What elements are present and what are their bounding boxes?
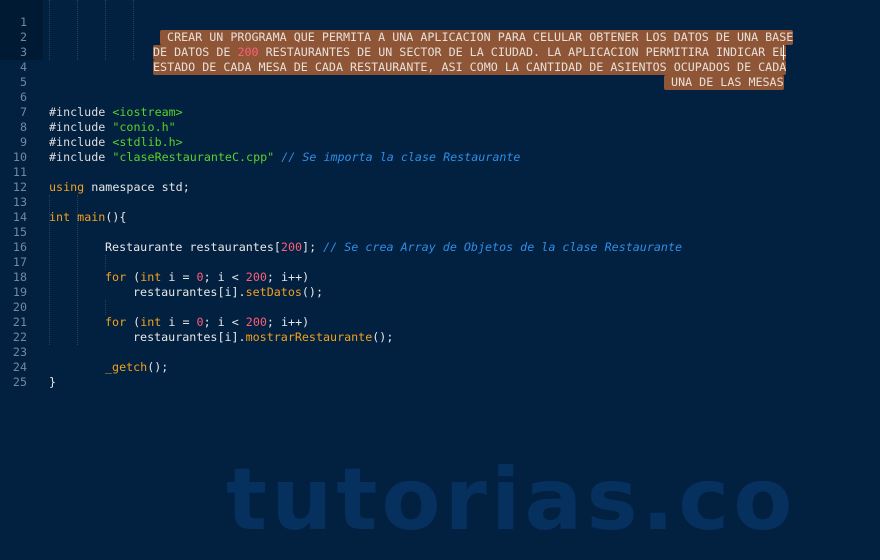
code-line: 5: [0, 60, 880, 89]
text-cursor: [783, 45, 784, 60]
code-line: 22: [0, 315, 880, 344]
line-number: 25: [12, 375, 27, 389]
code-line: 1 CREAR UN PROGRAMA QUE PERMITA A UNA AP…: [0, 0, 880, 45]
code-line: 23 _getch();: [0, 330, 880, 374]
code-line: 3 ESTADO DE CADA MESA DE CADA RESTAURANT…: [0, 30, 880, 75]
code-line: 16: [0, 225, 880, 254]
code-text: }: [49, 375, 57, 389]
code-line: 14: [0, 195, 880, 224]
code-line: 24 }: [0, 345, 880, 389]
code-line: 10: [0, 135, 880, 164]
code-line: 12: [0, 165, 880, 194]
code-line: 18 restaurantes[i].setDatos();: [0, 255, 880, 299]
code-line: 4 UNA DE LAS MESAS: [0, 45, 880, 90]
code-line: 6 #include <iostream>: [0, 75, 880, 119]
code-line: 8 #include <stdlib.h>: [0, 105, 880, 149]
code-line: 7 #include "conio.h": [0, 90, 880, 134]
code-line: 21 restaurantes[i].mostrarRestaurante();: [0, 300, 880, 344]
code-line: 20 for (int i = 0; i < 200; i++): [0, 285, 880, 329]
code-editor[interactable]: 1 CREAR UN PROGRAMA QUE PERMITA A UNA AP…: [0, 0, 880, 560]
code-line: 17 for (int i = 0; i < 200; i++): [0, 240, 880, 284]
code-line: 11 using namespace std;: [0, 150, 880, 194]
code-line: 13 int main(){: [0, 180, 880, 224]
code-line: 9 #include "claseRestauranteC.cpp" // Se…: [0, 120, 880, 164]
watermark-logo: tutorias.co: [226, 450, 797, 550]
code-line: 19: [0, 270, 880, 299]
code-line: 25: [0, 360, 880, 389]
code-line: 15 Restaurante restaurantes[200]; // Se …: [0, 210, 880, 254]
code-line: 2 DE DATOS DE 200 RESTAURANTES DE UN SEC…: [0, 15, 880, 60]
